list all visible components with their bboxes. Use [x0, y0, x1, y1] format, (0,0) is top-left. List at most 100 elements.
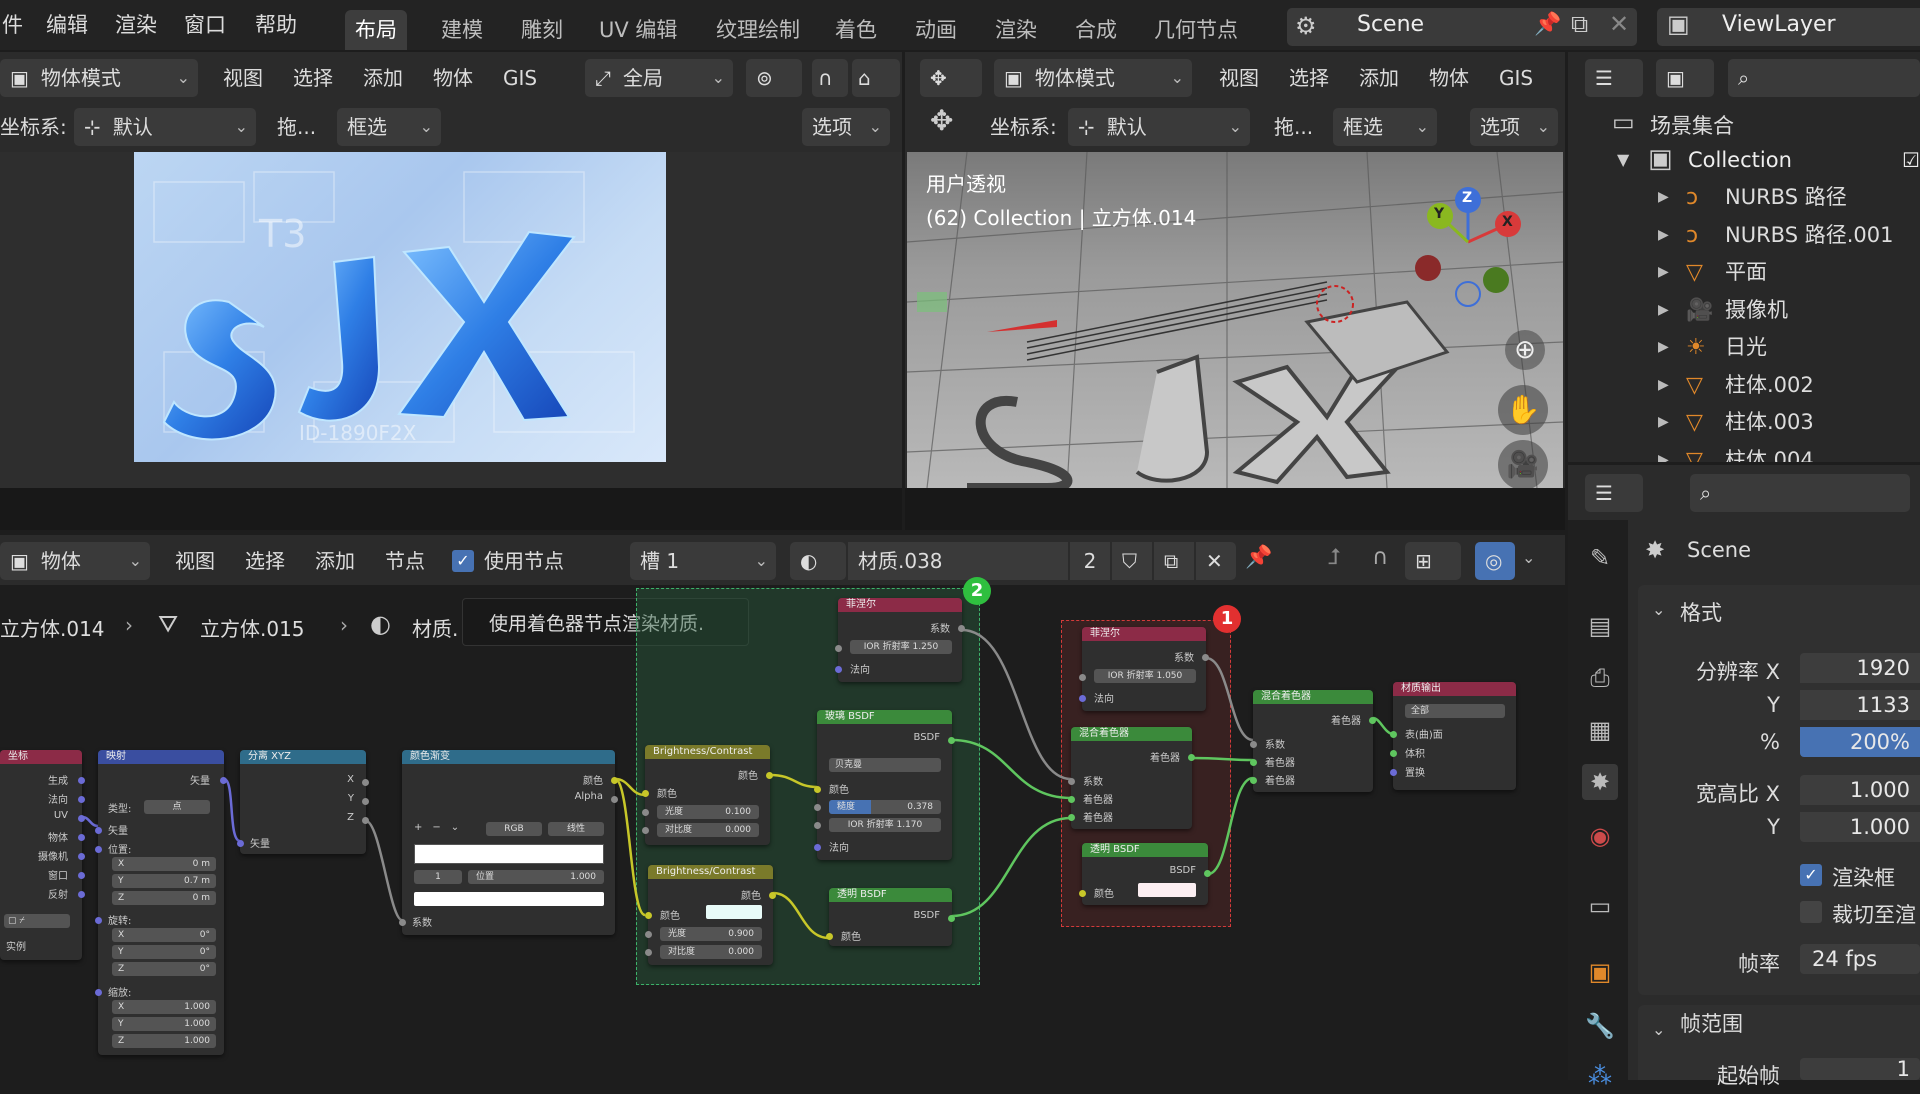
frame-range-collapse-icon[interactable]: ⌄: [1652, 1020, 1665, 1039]
socket[interactable]: [769, 892, 776, 899]
transform-orientation-dropdown[interactable]: ⤢全局⌄: [585, 59, 733, 97]
aspect-x-field[interactable]: 1.000: [1800, 775, 1920, 805]
left-menu-select[interactable]: 选择: [293, 59, 333, 97]
socket[interactable]: [642, 827, 649, 834]
node-brightness-contrast-2[interactable]: Brightness/Contrast 颜色 颜色 光度0.900 对比度0.0…: [648, 865, 773, 965]
socket[interactable]: [814, 822, 821, 829]
brightness-field[interactable]: 光度0.100: [657, 805, 759, 819]
distribution-dropdown[interactable]: 贝克曼: [829, 758, 941, 772]
node-fresnel-2[interactable]: 菲涅尔 系数 IOR 折射率 1.050 法向: [1082, 627, 1206, 711]
tab-layout[interactable]: 布局: [345, 10, 407, 50]
socket[interactable]: [1188, 754, 1195, 761]
rot-x-field[interactable]: X0°: [112, 928, 216, 942]
format-collapse-icon[interactable]: ⌄: [1652, 600, 1665, 619]
socket[interactable]: [362, 817, 369, 824]
format-section-title[interactable]: 格式: [1680, 597, 1722, 627]
socket[interactable]: [835, 645, 842, 652]
tab-shading[interactable]: 着色: [825, 10, 887, 50]
render-region-checkbox[interactable]: ✓: [1800, 864, 1822, 886]
world-icon[interactable]: ◉: [1582, 818, 1618, 854]
ior-field[interactable]: IOR 折射率 1.170: [829, 818, 941, 832]
modifier-icon[interactable]: 🔧: [1582, 1008, 1618, 1044]
view-layer-icon[interactable]: ▦: [1582, 712, 1618, 748]
socket[interactable]: [1390, 750, 1397, 757]
outliner-display-mode[interactable]: ☰: [1585, 59, 1643, 97]
left-menu-view[interactable]: 视图: [223, 59, 263, 97]
socket[interactable]: [645, 931, 652, 938]
socket[interactable]: [1369, 717, 1376, 724]
socket[interactable]: [835, 666, 842, 673]
camera-view-button[interactable]: 🎥: [1498, 440, 1548, 490]
socket[interactable]: [1079, 695, 1086, 702]
socket[interactable]: [78, 834, 85, 841]
frame-range-title[interactable]: 帧范围: [1680, 1008, 1743, 1038]
right-menu-gis[interactable]: GIS: [1499, 59, 1533, 97]
scale-y-field[interactable]: Y1.000: [112, 1017, 216, 1031]
socket[interactable]: [948, 915, 955, 922]
socket[interactable]: [1250, 777, 1257, 784]
outliner-search[interactable]: ⌕: [1728, 59, 1920, 97]
collection-expand-icon[interactable]: ▼: [1617, 150, 1629, 169]
expand-icon[interactable]: ▶: [1658, 295, 1669, 326]
particles-icon[interactable]: ⁂: [1582, 1058, 1618, 1094]
left-menu-object[interactable]: 物体: [433, 59, 473, 97]
expand-icon[interactable]: ▶: [1658, 257, 1669, 288]
expand-icon[interactable]: ▶: [1658, 445, 1669, 463]
socket[interactable]: [814, 844, 821, 851]
scale-z-field[interactable]: Z1.000: [112, 1034, 216, 1048]
node-material-output[interactable]: 材质输出 全部 表(曲)面 体积 置换: [1393, 682, 1516, 790]
navigation-gizmo[interactable]: Z X Y: [1400, 180, 1530, 310]
socket[interactable]: [78, 777, 85, 784]
socket[interactable]: [1068, 814, 1075, 821]
socket[interactable]: [362, 798, 369, 805]
brightness-field[interactable]: 光度0.900: [660, 927, 762, 941]
socket[interactable]: [78, 872, 85, 879]
node-separate-xyz[interactable]: 分离 XYZ X Y Z 矢量: [240, 750, 366, 854]
resolution-x-field[interactable]: 1920: [1800, 653, 1920, 683]
zoom-button[interactable]: ⊕: [1505, 330, 1545, 370]
type-dropdown[interactable]: 点: [144, 800, 210, 814]
frame-rate-dropdown[interactable]: 24 fps: [1800, 944, 1920, 974]
socket[interactable]: [95, 846, 102, 853]
socket[interactable]: [611, 796, 618, 803]
menu-edit[interactable]: 编辑: [46, 0, 88, 53]
object-props-icon[interactable]: ▣: [1582, 954, 1618, 990]
left-menu-gis[interactable]: GIS: [503, 59, 537, 97]
render-icon[interactable]: ▤: [1582, 608, 1618, 644]
tool-icon[interactable]: ✎: [1582, 540, 1618, 576]
right-menu-view[interactable]: 视图: [1219, 59, 1259, 97]
rot-y-field[interactable]: Y0°: [112, 945, 216, 959]
node-mix-shader-1[interactable]: 混合着色器 着色器 系数 着色器 着色器: [1071, 727, 1192, 829]
socket[interactable]: [399, 919, 406, 926]
aspect-y-field[interactable]: 1.000: [1800, 812, 1920, 842]
socket[interactable]: [611, 777, 618, 784]
socket[interactable]: [362, 779, 369, 786]
color-swatch[interactable]: [1138, 883, 1196, 897]
scale-x-field[interactable]: X1.000: [112, 1000, 216, 1014]
socket[interactable]: [814, 786, 821, 793]
loc-z-field[interactable]: Z0 m: [112, 891, 216, 905]
socket[interactable]: [1390, 769, 1397, 776]
socket[interactable]: [645, 949, 652, 956]
left-select-dropdown[interactable]: 框选⌄: [337, 108, 441, 146]
collection-label[interactable]: Collection: [1688, 148, 1792, 172]
socket[interactable]: [814, 804, 821, 811]
socket[interactable]: [1390, 731, 1397, 738]
expand-icon[interactable]: ▶: [1658, 182, 1669, 213]
target-dropdown[interactable]: 全部: [1405, 704, 1505, 718]
resolution-percent-field[interactable]: 200%: [1800, 727, 1920, 757]
new-scene-icon[interactable]: ⧉: [1571, 10, 1588, 38]
menu-help[interactable]: 帮助: [255, 0, 297, 53]
roughness-field[interactable]: 糙度0.378: [829, 800, 941, 814]
resolution-y-field[interactable]: 1133: [1800, 690, 1920, 720]
right-select-dropdown[interactable]: 框选⌄: [1333, 108, 1437, 146]
tab-animation[interactable]: 动画: [905, 10, 967, 50]
socket[interactable]: [78, 796, 85, 803]
socket[interactable]: [78, 815, 85, 822]
ramp-index-field[interactable]: 1: [414, 870, 462, 884]
viewlayer-selector[interactable]: ▣ ViewLayer: [1657, 8, 1920, 46]
socket[interactable]: [95, 989, 102, 996]
close-icon[interactable]: ✕: [1609, 10, 1629, 38]
outliner-filter[interactable]: ▣: [1656, 59, 1714, 97]
socket[interactable]: [95, 917, 102, 924]
